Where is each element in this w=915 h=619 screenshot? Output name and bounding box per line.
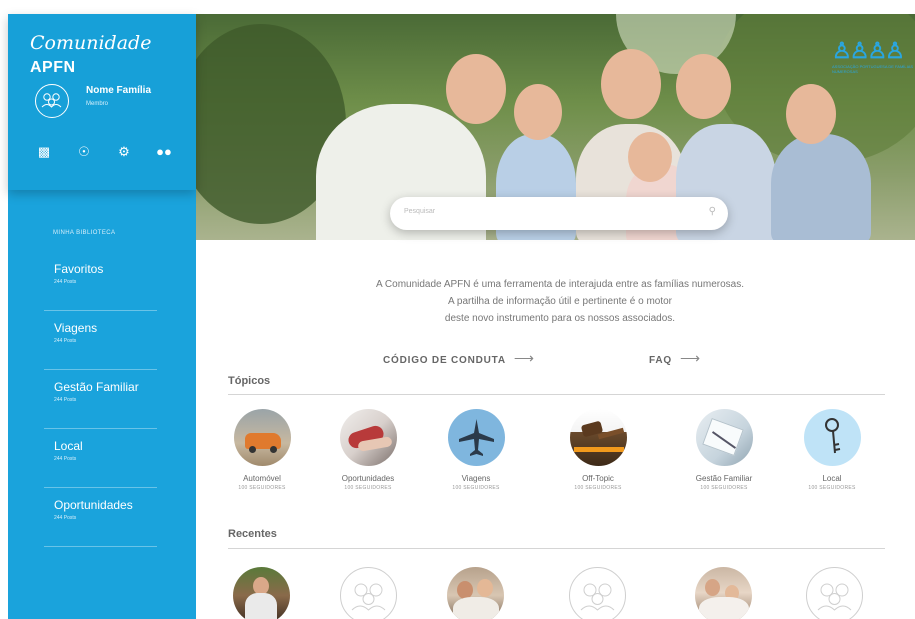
brand-script: Comunidade (30, 32, 152, 54)
family-figure (446, 54, 506, 124)
topic-viagens[interactable]: Viagens 100 SEGUIDORES (421, 409, 531, 491)
family-figure (601, 49, 661, 119)
gear-icon[interactable]: ⚙ (116, 144, 132, 160)
key-image (803, 409, 861, 466)
family-figure (786, 84, 836, 144)
intro-line: A partilha de informação útil e pertinen… (447, 296, 673, 307)
globe-icon[interactable]: ☉ (76, 144, 92, 160)
opportunities-image (339, 409, 397, 466)
family-figure (676, 54, 731, 119)
sidebar-item-label: Gestão Familiar (54, 380, 139, 394)
search-icon[interactable]: ⚲ (709, 206, 716, 217)
sidebar-item-label: Viagens (54, 321, 98, 335)
logo-caption: ASSOCIAÇÃO PORTUGUESA DE FAMÍLIAS NUMERO… (832, 64, 914, 74)
arrow-right-icon: ⟶ (513, 350, 535, 366)
user-role: Membro (86, 101, 109, 107)
family-figure (771, 134, 871, 240)
brand-caps: APFN (30, 59, 76, 76)
topic-followers: 100 SEGUIDORES (808, 485, 856, 491)
topic-followers: 100 SEGUIDORES (700, 485, 748, 491)
profile-panel: Comunidade APFN Nome Família Membro ▩ ☉ … (8, 14, 196, 190)
gavel-image (569, 409, 627, 466)
recent-post-photo[interactable] (447, 567, 504, 619)
group-icon[interactable]: ●● (156, 144, 172, 160)
sidebar-item-favoritos[interactable]: Favoritos 244 Posts (44, 252, 157, 311)
airplane-icon (458, 419, 494, 456)
family-icon (41, 93, 62, 108)
documents-image (695, 409, 753, 466)
recent-post-placeholder[interactable] (569, 567, 626, 619)
link-label: FAQ (649, 355, 672, 366)
topic-gestao-familiar[interactable]: Gestão Familiar 100 SEGUIDORES (669, 409, 779, 491)
topic-name: Oportunidades (341, 474, 395, 483)
topic-automovel[interactable]: Automóvel 100 SEGUIDORES (207, 409, 317, 491)
topic-followers: 100 SEGUIDORES (452, 485, 500, 491)
topic-oportunidades[interactable]: Oportunidades 100 SEGUIDORES (313, 409, 423, 491)
family-figure (628, 132, 672, 182)
topic-name: Viagens (461, 474, 491, 483)
sidebar-item-oportunidades[interactable]: Oportunidades 244 Posts (44, 488, 157, 547)
key-icon (824, 418, 840, 454)
sidebar-item-count: 244 Posts (54, 456, 77, 462)
topics-title: Tópicos (228, 375, 271, 387)
topic-followers: 100 SEGUIDORES (238, 485, 286, 491)
recent-post-photo[interactable] (695, 567, 752, 619)
topic-name: Off-Topic (582, 474, 614, 483)
family-figure (514, 84, 562, 140)
sidebar-item-label: Local (54, 439, 83, 453)
code-of-conduct-link[interactable]: CÓDIGO DE CONDUTA ⟶ (383, 350, 535, 367)
chat-icon[interactable]: ▩ (36, 144, 52, 160)
sidebar-item-gestao-familiar[interactable]: Gestão Familiar 244 Posts (44, 370, 157, 429)
topic-followers: 100 SEGUIDORES (344, 485, 392, 491)
recent-post-placeholder[interactable] (340, 567, 397, 619)
sidebar: Comunidade APFN Nome Família Membro ▩ ☉ … (8, 14, 196, 619)
recent-post-placeholder[interactable] (806, 567, 863, 619)
sidebar-item-count: 244 Posts (54, 515, 77, 521)
family-icon (817, 583, 852, 611)
family-icon (580, 583, 615, 611)
sidebar-item-count: 244 Posts (54, 279, 77, 285)
topic-name: Gestão Familiar (695, 474, 753, 483)
topic-off-topic[interactable]: Off-Topic 100 SEGUIDORES (543, 409, 653, 491)
arrow-right-icon: ⟶ (679, 350, 701, 366)
sidebar-item-local[interactable]: Local 244 Posts (44, 429, 157, 488)
sidebar-item-label: Favoritos (54, 262, 104, 276)
recent-post-photo[interactable] (233, 567, 290, 619)
sidebar-item-viagens[interactable]: Viagens 244 Posts (44, 311, 157, 370)
sidebar-item-count: 244 Posts (54, 338, 77, 344)
intro-line: A Comunidade APFN é uma ferramenta de in… (376, 279, 744, 290)
intro-line: deste novo instrumento para os nossos as… (444, 313, 676, 324)
topic-local[interactable]: Local 100 SEGUIDORES (777, 409, 887, 491)
brand-logo[interactable]: Comunidade APFN (30, 32, 196, 78)
link-label: CÓDIGO DE CONDUTA (383, 355, 506, 366)
car-image (233, 409, 291, 466)
intro-text: A Comunidade APFN é uma ferramenta de in… (300, 276, 820, 327)
avatar[interactable] (35, 84, 69, 118)
library-label: MINHA BIBLIOTECA (53, 230, 116, 236)
sidebar-item-label: Oportunidades (54, 498, 133, 512)
topic-name: Local (822, 474, 842, 483)
search-input[interactable]: Pesquisar ⚲ (390, 197, 728, 230)
faq-link[interactable]: FAQ ⟶ (649, 350, 701, 367)
recents-title: Recentes (228, 528, 277, 540)
topic-followers: 100 SEGUIDORES (574, 485, 622, 491)
divider (228, 548, 885, 549)
sidebar-item-count: 244 Posts (54, 397, 77, 403)
airplane-image (447, 409, 505, 466)
topic-name: Automóvel (243, 474, 281, 483)
family-icon (351, 583, 386, 611)
divider (228, 394, 885, 395)
search-placeholder: Pesquisar (404, 208, 436, 215)
apfn-logo: ♙♙♙♙ ASSOCIAÇÃO PORTUGUESA DE FAMÍLIAS NU… (832, 38, 914, 74)
user-name: Nome Família (86, 85, 152, 96)
profile-actions: ▩ ☉ ⚙ ●● (36, 144, 172, 160)
